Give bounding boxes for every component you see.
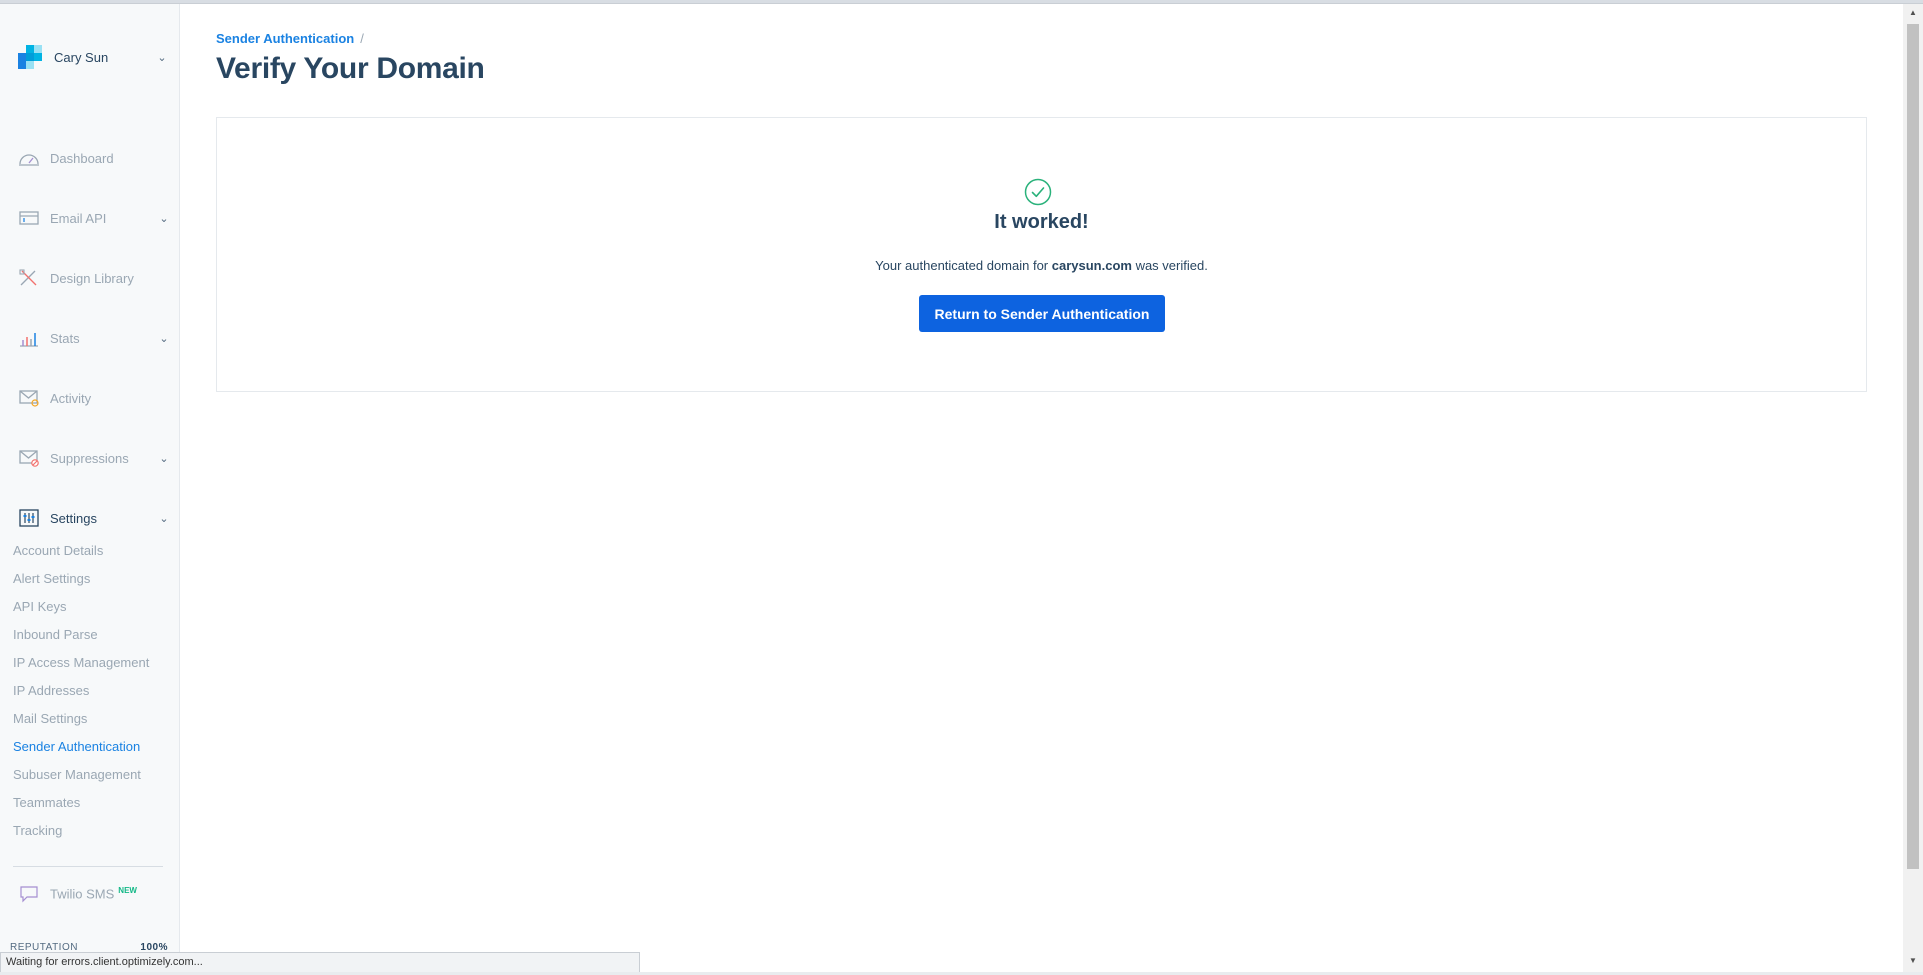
settings-item-ip-addresses[interactable]: IP Addresses	[13, 683, 89, 698]
sidebar-divider	[13, 866, 163, 867]
new-badge: NEW	[118, 886, 137, 896]
sidebar-item-label: Email API	[50, 210, 107, 226]
sidebar-item-label: Settings	[50, 510, 97, 526]
settings-item-api-keys[interactable]: API Keys	[13, 599, 66, 614]
verification-result-panel: It worked! Your authenticated domain for…	[216, 117, 1867, 392]
result-title: It worked!	[994, 211, 1089, 233]
sidebar-item-settings[interactable]: Settings ⌄	[18, 506, 170, 530]
sidebar-item-suppressions[interactable]: Suppressions ⌄	[18, 446, 170, 470]
result-message-suffix: was verified.	[1131, 258, 1208, 273]
twilio-sms-label: Twilio SMS	[50, 886, 115, 902]
chat-bubble-icon	[18, 883, 40, 905]
chevron-down-icon: ⌄	[159, 212, 169, 225]
sidebar-item-activity[interactable]: Activity	[18, 386, 170, 410]
settings-item-subuser-management[interactable]: Subuser Management	[13, 767, 141, 782]
scrollbar-thumb[interactable]	[1907, 24, 1919, 869]
sidebar-item-label: Stats	[50, 330, 80, 346]
settings-item-teammates[interactable]: Teammates	[13, 795, 80, 810]
chevron-down-icon: ⌄	[159, 452, 169, 465]
settings-item-mail-settings[interactable]: Mail Settings	[13, 711, 87, 726]
page-scrollbar[interactable]: ▲ ▼	[1903, 4, 1923, 975]
suppressions-icon	[18, 447, 40, 469]
settings-item-sender-authentication[interactable]: Sender Authentication	[13, 739, 140, 754]
settings-item-inbound-parse[interactable]: Inbound Parse	[13, 627, 98, 642]
sidebar-item-email-api[interactable]: Email API ⌄	[18, 206, 170, 230]
chevron-down-icon: ⌄	[157, 51, 167, 64]
design-library-icon	[18, 267, 40, 289]
return-to-sender-authentication-button[interactable]: Return to Sender Authentication	[919, 295, 1165, 332]
result-message-prefix: Your authenticated domain for	[875, 258, 1052, 273]
account-name: Cary Sun	[54, 49, 109, 65]
stats-icon	[18, 327, 40, 349]
sidebar-item-label: Suppressions	[50, 450, 129, 466]
settings-item-ip-access-management[interactable]: IP Access Management	[13, 655, 149, 670]
sidebar-item-twilio-sms[interactable]: Twilio SMS NEW	[18, 882, 170, 906]
sidebar: Cary Sun ⌄ Dashboard Email API ⌄ Design Lib…	[0, 4, 180, 975]
settings-item-account-details[interactable]: Account Details	[13, 543, 103, 558]
sidebar-item-label: Design Library	[50, 270, 134, 286]
page-title: Verify Your Domain	[216, 52, 485, 85]
account-switcher[interactable]: Cary Sun ⌄	[18, 44, 168, 70]
breadcrumb: Sender Authentication /	[216, 31, 364, 46]
settings-item-alert-settings[interactable]: Alert Settings	[13, 571, 90, 586]
browser-top-border	[0, 0, 1923, 4]
scroll-down-arrow-icon[interactable]: ▼	[1903, 956, 1923, 970]
check-circle-icon	[1024, 178, 1052, 206]
breadcrumb-sender-authentication[interactable]: Sender Authentication	[216, 31, 354, 46]
sidebar-item-design-library[interactable]: Design Library	[18, 266, 170, 290]
activity-icon	[18, 387, 40, 409]
settings-item-tracking[interactable]: Tracking	[13, 823, 62, 838]
result-message: Your authenticated domain for carysun.co…	[217, 258, 1866, 273]
sidebar-item-label: Activity	[50, 390, 92, 406]
sidebar-item-label: Dashboard	[50, 150, 114, 166]
email-api-icon	[18, 207, 40, 229]
sidebar-item-stats[interactable]: Stats ⌄	[18, 326, 170, 350]
chevron-down-icon: ⌄	[159, 332, 169, 345]
sendgrid-logo	[18, 45, 42, 69]
settings-icon	[18, 507, 40, 529]
chevron-down-icon: ⌄	[159, 512, 169, 525]
browser-status-bar: Waiting for errors.client.optimizely.com…	[0, 952, 640, 973]
breadcrumb-separator: /	[360, 31, 364, 46]
dashboard-icon	[18, 147, 40, 169]
scroll-up-arrow-icon[interactable]: ▲	[1903, 8, 1923, 22]
sidebar-item-dashboard[interactable]: Dashboard	[18, 146, 170, 170]
verified-domain: carysun.com	[1051, 258, 1132, 273]
